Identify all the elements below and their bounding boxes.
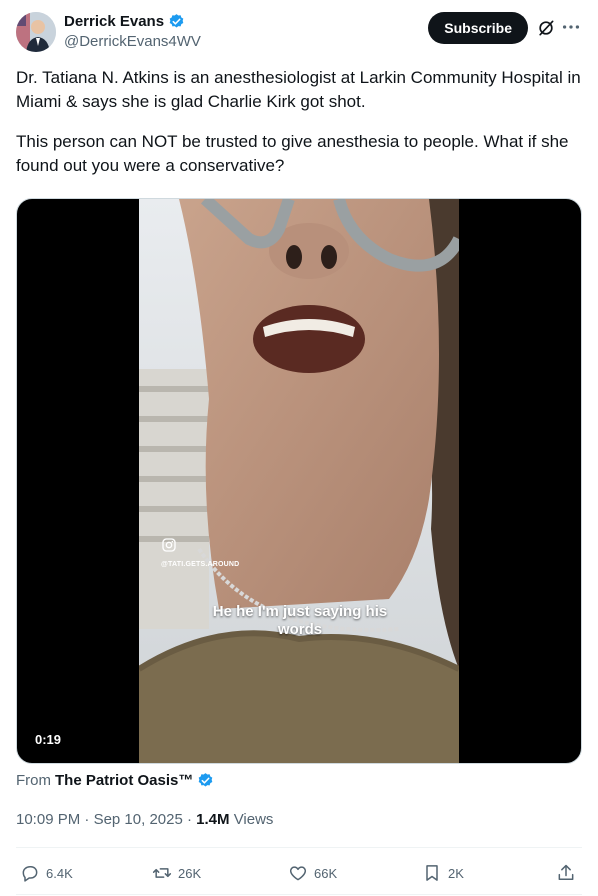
- repost-icon: [152, 868, 172, 878]
- video-frame: @TATI.GETS.AROUND He he I'm just saying …: [139, 199, 459, 763]
- action-bar: 6.4K 26K 66K 2K: [16, 858, 582, 888]
- video-caption: He he I'm just saying his words: [212, 603, 388, 638]
- author-name[interactable]: Derrick Evans: [64, 13, 164, 30]
- share-icon: [558, 864, 574, 880]
- source-attribution: From The Patriot Oasis™: [16, 772, 214, 789]
- subscribe-button[interactable]: Subscribe: [428, 12, 528, 44]
- instagram-icon: [162, 538, 176, 552]
- tweet-text: Dr. Tatiana N. Atkins is an anesthesiolo…: [16, 66, 582, 178]
- video-watermark: @TATI.GETS.AROUND: [161, 561, 240, 568]
- video-player[interactable]: @TATI.GETS.AROUND He he I'm just saying …: [16, 198, 582, 764]
- reply-button[interactable]: 6.4K: [20, 858, 73, 888]
- author-name-row[interactable]: Derrick Evans: [64, 13, 185, 30]
- tweet-time[interactable]: 10:09 PM: [16, 811, 80, 828]
- tweet-paragraph-1: Dr. Tatiana N. Atkins is an anesthesiolo…: [16, 68, 581, 111]
- like-button[interactable]: 66K: [288, 858, 337, 888]
- repost-count: 26K: [178, 865, 202, 881]
- avatar[interactable]: [16, 12, 56, 52]
- grok-icon[interactable]: [536, 18, 556, 38]
- tweet-date[interactable]: Sep 10, 2025: [94, 811, 183, 828]
- like-count: 66K: [314, 865, 338, 881]
- reply-count: 6.4K: [46, 865, 73, 881]
- tweet-paragraph-2: This person can NOT be trusted to give a…: [16, 132, 569, 175]
- views-count: 1.4M: [196, 811, 230, 828]
- source-prefix: From: [16, 772, 51, 789]
- video-still: [139, 199, 459, 763]
- reply-icon: [22, 866, 38, 882]
- source-name[interactable]: The Patriot Oasis™: [55, 772, 193, 789]
- bookmark-button[interactable]: 2K: [422, 858, 464, 888]
- verified-badge-icon: [199, 773, 213, 787]
- divider: [16, 847, 582, 848]
- author-handle[interactable]: @DerrickEvans4WV: [64, 33, 201, 50]
- more-icon[interactable]: [560, 16, 582, 38]
- tweet-meta: 10:09 PM · Sep 10, 2025 · 1.4M Views: [16, 811, 273, 828]
- share-button[interactable]: [556, 858, 576, 888]
- bookmark-icon: [426, 865, 438, 881]
- bookmark-count: 2K: [448, 865, 464, 881]
- video-duration: 0:19: [29, 729, 68, 750]
- divider: [16, 894, 582, 895]
- views-label: Views: [233, 811, 274, 828]
- repost-button[interactable]: 26K: [152, 858, 201, 888]
- verified-badge-icon: [169, 14, 184, 28]
- tweet-header: Derrick Evans @DerrickEvans4WV Subscribe: [16, 10, 582, 54]
- meta-separator: ·: [84, 811, 94, 828]
- like-icon: [289, 866, 307, 881]
- meta-separator: ·: [186, 811, 197, 828]
